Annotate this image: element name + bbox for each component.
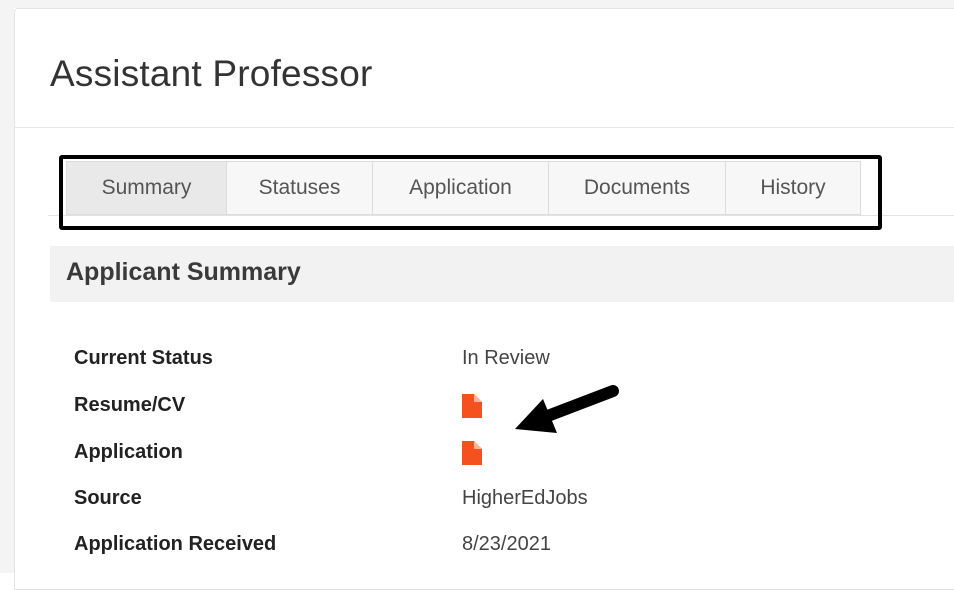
tab-history[interactable]: History (725, 161, 861, 215)
summary-row-application: Application (74, 441, 954, 471)
row-label: Source (74, 487, 142, 509)
annotation-arrow-icon (515, 385, 619, 433)
tab-summary[interactable]: Summary (66, 161, 226, 215)
status-value: In Review (462, 347, 550, 369)
row-label: Application Received (74, 533, 277, 555)
tab-statuses[interactable]: Statuses (226, 161, 372, 215)
title-divider (15, 127, 954, 128)
window-edge-left (0, 0, 14, 573)
row-label: Current Status (74, 347, 213, 369)
summary-row-application-received: Application Received 8/23/2021 (74, 533, 954, 563)
tab-documents[interactable]: Documents (548, 161, 725, 215)
tabs-baseline (48, 215, 954, 216)
page-title: Assistant Professor (50, 53, 373, 94)
summary-row-source: Source HigherEdJobs (74, 487, 954, 517)
section-title: Applicant Summary (66, 258, 301, 286)
section-header: Applicant Summary (50, 246, 954, 302)
tab-application[interactable]: Application (372, 161, 548, 215)
tab-bar: Summary Statuses Application Documents H… (66, 161, 861, 215)
source-value: HigherEdJobs (462, 487, 588, 509)
row-label: Application (74, 441, 183, 463)
document-icon[interactable] (462, 441, 482, 465)
document-icon[interactable] (462, 394, 482, 418)
row-label: Resume/CV (74, 394, 186, 416)
summary-row-current-status: Current Status In Review (74, 347, 954, 377)
received-date-value: 8/23/2021 (462, 533, 551, 555)
window-edge-top (0, 0, 954, 8)
